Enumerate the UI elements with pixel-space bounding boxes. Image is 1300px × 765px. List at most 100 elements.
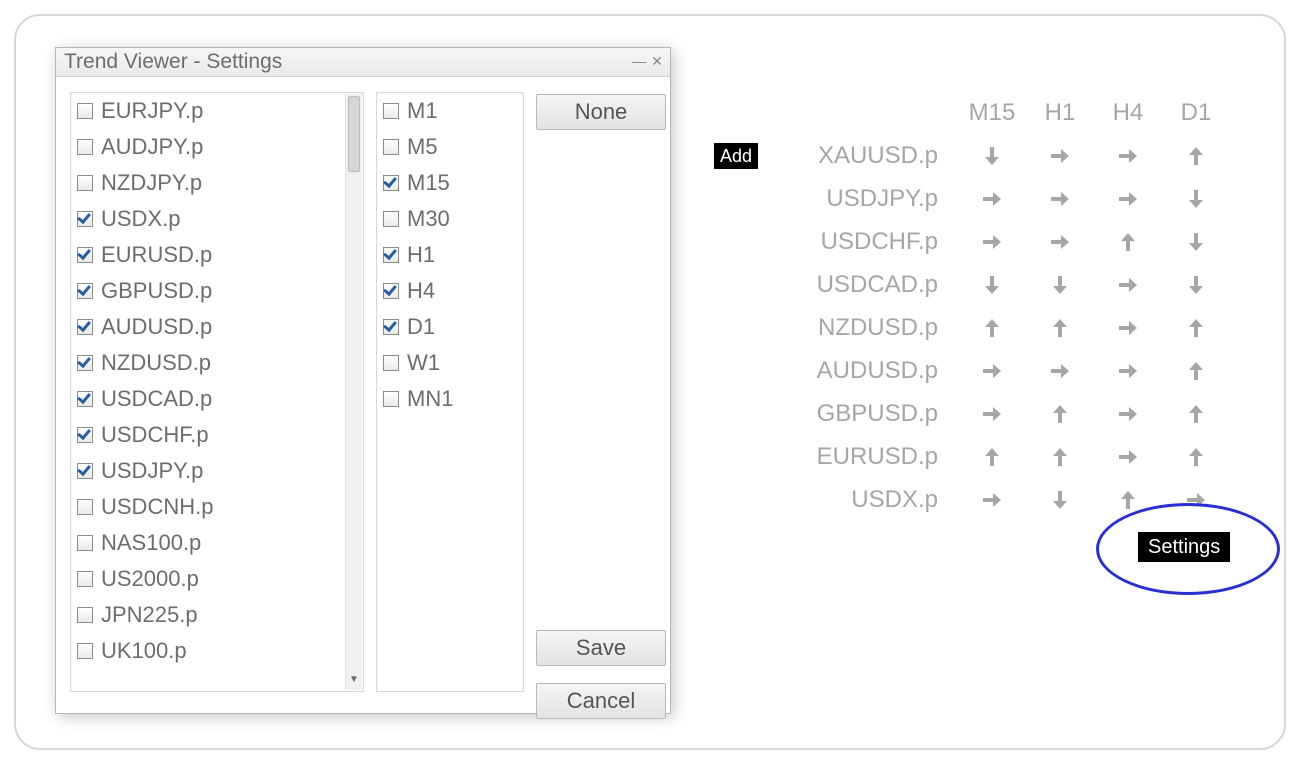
symbol-item[interactable]: USDJPY.p [71,453,363,489]
trend-arrow-down-icon [958,144,1026,168]
symbol-item[interactable]: USDCAD.p [71,381,363,417]
checkbox-icon[interactable] [383,391,399,407]
symbol-label: AUDJPY.p [101,134,203,160]
symbol-item[interactable]: GBPUSD.p [71,273,363,309]
symbol-item[interactable]: USDX.p [71,201,363,237]
checkbox-icon[interactable] [383,211,399,227]
symbol-label: USDJPY.p [101,458,203,484]
trend-arrow-right-icon [1094,402,1162,426]
checkbox-icon[interactable] [77,103,93,119]
settings-button[interactable]: Settings [1138,532,1230,562]
timeframe-item[interactable]: MN1 [377,381,523,417]
checkbox-icon[interactable] [77,607,93,623]
timeframe-label: M1 [407,98,438,124]
symbol-item[interactable]: US2000.p [71,561,363,597]
symbol-item[interactable]: NZDJPY.p [71,165,363,201]
symbol-label: NAS100.p [101,530,201,556]
timeframe-item[interactable]: M5 [377,129,523,165]
timeframe-item[interactable]: M15 [377,165,523,201]
timeframe-item[interactable]: H4 [377,273,523,309]
symbol-item[interactable]: JPN225.p [71,597,363,633]
trend-arrow-down-icon [1026,273,1094,297]
checkbox-icon[interactable] [77,211,93,227]
checkbox-icon[interactable] [77,319,93,335]
checkbox-icon[interactable] [77,355,93,371]
trend-viewer-header: M15 H1 H4 D1 [720,92,1230,134]
trend-arrow-up-icon [1162,316,1230,340]
symbol-item[interactable]: EURUSD.p [71,237,363,273]
symbol-item[interactable]: USDCNH.p [71,489,363,525]
scroll-thumb[interactable] [348,96,360,172]
symbol-label: US2000.p [101,566,199,592]
trend-arrow-up-icon [1094,230,1162,254]
checkbox-icon[interactable] [383,175,399,191]
checkbox-icon[interactable] [383,139,399,155]
trend-arrow-up-icon [1026,402,1094,426]
trend-row: AddXAUUSD.p [720,134,1230,177]
trend-arrow-down-icon [1162,187,1230,211]
add-button[interactable]: Add [714,143,758,169]
symbol-item[interactable]: NAS100.p [71,525,363,561]
checkbox-icon[interactable] [383,103,399,119]
checkbox-icon[interactable] [77,463,93,479]
checkbox-icon[interactable] [77,571,93,587]
symbol-item[interactable]: AUDUSD.p [71,309,363,345]
save-button[interactable]: Save [536,630,666,666]
trend-arrow-up-icon [958,316,1026,340]
trend-symbol-label: USDCHF.p [758,228,958,256]
timeframe-item[interactable]: W1 [377,345,523,381]
trend-arrow-right-icon [1026,230,1094,254]
checkbox-icon[interactable] [77,535,93,551]
trend-row: USDCAD.p [720,263,1230,306]
symbol-item[interactable]: USDCHF.p [71,417,363,453]
trend-arrow-right-icon [958,187,1026,211]
trend-arrow-up-icon [1162,402,1230,426]
symbol-item[interactable]: NZDUSD.p [71,345,363,381]
timeframe-item[interactable]: M1 [377,93,523,129]
trend-arrow-down-icon [1162,273,1230,297]
checkbox-icon[interactable] [77,247,93,263]
trend-arrow-up-icon [1162,445,1230,469]
trend-arrow-right-icon [1026,144,1094,168]
checkbox-icon[interactable] [77,499,93,515]
symbol-label: USDCNH.p [101,494,213,520]
trend-arrow-down-icon [1026,488,1094,512]
trend-row: EURUSD.p [720,435,1230,478]
symbol-label: USDX.p [101,206,180,232]
timeframe-item[interactable]: D1 [377,309,523,345]
symbol-item[interactable]: EURJPY.p [71,93,363,129]
trend-symbol-label: XAUUSD.p [758,142,958,170]
trend-symbol-label: AUDUSD.p [758,357,958,385]
checkbox-icon[interactable] [383,283,399,299]
dialog-titlebar[interactable]: Trend Viewer - Settings — ✕ [56,48,670,77]
checkbox-icon[interactable] [383,247,399,263]
symbols-listbox[interactable]: EURJPY.p AUDJPY.p NZDJPY.p USDX.p EURUSD.pGB… [70,92,364,692]
cancel-button[interactable]: Cancel [536,683,666,719]
checkbox-icon[interactable] [77,139,93,155]
trend-symbol-label: USDJPY.p [758,185,958,213]
timeframe-item[interactable]: M30 [377,201,523,237]
timeframe-label: M5 [407,134,438,160]
close-icon[interactable]: ✕ [650,54,664,68]
checkbox-icon[interactable] [77,427,93,443]
scrollbar[interactable]: ▲ ▼ [345,94,362,690]
trend-arrow-up-icon [1162,144,1230,168]
timeframe-item[interactable]: H1 [377,237,523,273]
symbol-item[interactable]: AUDJPY.p [71,129,363,165]
scroll-down-icon[interactable]: ▼ [346,674,362,690]
symbol-item[interactable]: UK100.p [71,633,363,669]
checkbox-icon[interactable] [77,175,93,191]
symbol-label: NZDUSD.p [101,350,211,376]
checkbox-icon[interactable] [383,355,399,371]
timeframe-label: W1 [407,350,440,376]
checkbox-icon[interactable] [77,643,93,659]
timeframes-listbox[interactable]: M1 M5 M15M30H1H4D1 W1 MN1 [376,92,524,692]
none-button[interactable]: None [536,94,666,130]
trend-arrow-right-icon [958,230,1026,254]
checkbox-icon[interactable] [77,283,93,299]
checkbox-icon[interactable] [383,319,399,335]
trend-arrow-down-icon [1162,230,1230,254]
col-header: M15 [958,99,1026,127]
checkbox-icon[interactable] [77,391,93,407]
minimize-icon[interactable]: — [632,54,646,68]
